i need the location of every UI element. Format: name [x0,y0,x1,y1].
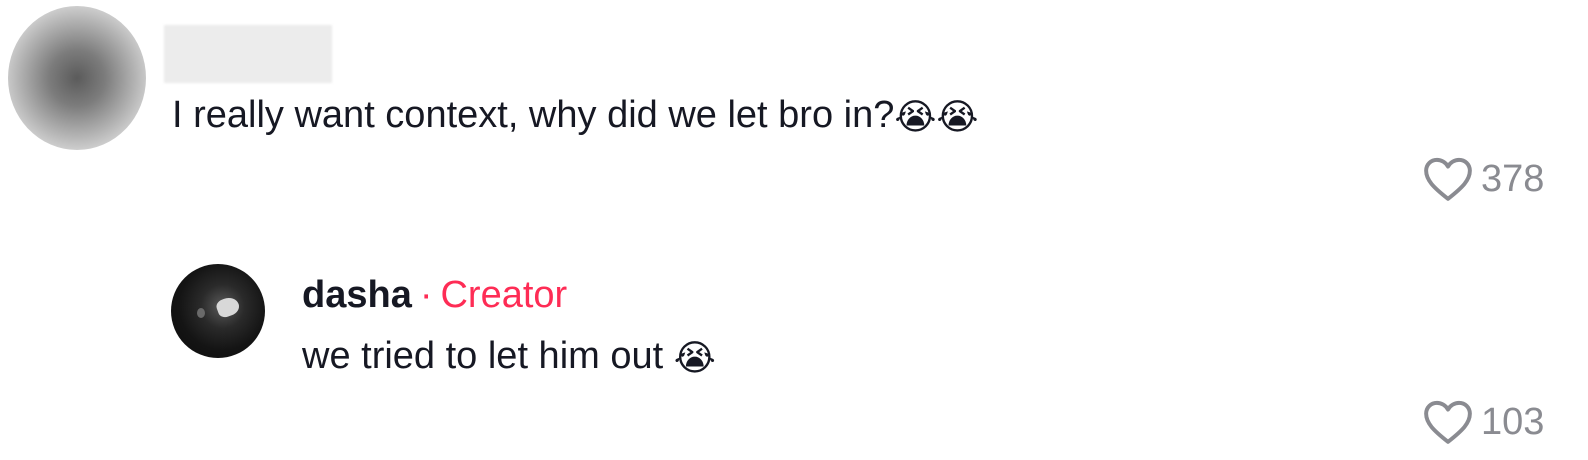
like-count: 378 [1481,157,1545,200]
comment-body: I really want context, why did we let br… [172,93,979,140]
reply-avatar[interactable] [171,264,265,358]
separator-dot: · [419,274,433,316]
redacted-username[interactable] [164,25,332,83]
avatar-figure [214,294,242,320]
creator-badge: Creator [440,274,568,316]
comment-text: I really want context, why did we let br… [172,94,895,136]
avatar-detail [197,308,205,318]
comment-thread: I really want context, why did we let br… [0,0,1588,460]
reply-like-button[interactable]: 103 [1423,399,1544,445]
reply-like-count: 103 [1481,400,1545,443]
avatar[interactable] [8,6,146,150]
heart-icon [1424,157,1472,201]
heart-icon [1424,400,1472,444]
like-button[interactable]: 378 [1423,156,1544,202]
crying-emoji: 😭 [673,338,716,379]
reply-username[interactable]: dasha [302,274,412,316]
reply-header: dasha · Creator [302,273,567,317]
reply-text: we tried to let him out [302,335,664,377]
reply-body: we tried to let him out 😭 [302,334,716,381]
crying-emoji: 😭😭 [894,97,979,138]
